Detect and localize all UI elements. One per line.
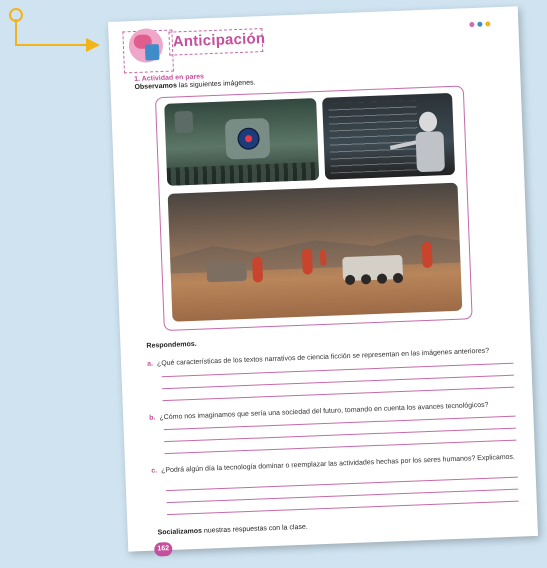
surveillance-camera-image (164, 98, 320, 186)
answer-line[interactable] (164, 427, 516, 443)
question-letter: c. (151, 467, 158, 475)
answer-line[interactable] (166, 476, 518, 492)
crowd-silhouette (166, 162, 320, 186)
camera-icon (174, 110, 194, 134)
image-frame (154, 85, 473, 332)
worksheet-page: Anticipación 1. Actividad en pares Obser… (108, 6, 539, 557)
blackboard-formulas (328, 100, 419, 174)
answer-line[interactable] (162, 374, 514, 390)
habitat-dome (206, 260, 248, 283)
section-title: Anticipación (172, 29, 266, 51)
astronaut-figure (421, 241, 433, 269)
answer-line[interactable] (164, 439, 517, 455)
rover-wheel (360, 274, 372, 285)
robot-blackboard-image (322, 92, 456, 180)
decorative-dots (469, 21, 491, 28)
answer-line[interactable] (162, 386, 515, 402)
dot-icon (469, 21, 475, 28)
instruction-bold: Observamos (134, 82, 178, 92)
dot-icon (477, 21, 483, 27)
questions-heading: Respondemos. (146, 340, 197, 350)
question-text: ¿Qué características de los textos narra… (156, 347, 490, 368)
socialize-instruction: Socializamos nuestras respuestas con la … (158, 524, 308, 537)
question-letter: a. (147, 360, 154, 368)
answer-line[interactable] (166, 500, 519, 516)
rover-wheel (376, 273, 388, 284)
question-text: ¿Podrá algún día la tecnología dominar o… (160, 453, 516, 475)
question-letter: b. (149, 414, 156, 422)
page-number: 162 (154, 541, 173, 557)
rover-wheel (392, 272, 404, 284)
mars-astronauts-image (167, 182, 463, 322)
social-bold: Socializamos (157, 527, 203, 537)
arrow-head-icon (86, 38, 100, 52)
astronaut-figure (252, 256, 264, 283)
question-b: b. ¿Cómo nos imaginamos que sería una soc… (149, 400, 529, 422)
astronaut-figure (301, 248, 313, 275)
astronaut-figure (319, 249, 327, 267)
answer-line[interactable] (166, 488, 519, 504)
social-rest: nuestras respuestas con la clase. (201, 523, 308, 535)
rover-wheel (344, 274, 356, 286)
arrow-stem (15, 19, 17, 45)
brain-book-icon (128, 27, 164, 64)
robot-head (418, 111, 438, 133)
dot-icon (485, 21, 491, 27)
book-icon (144, 44, 160, 61)
robot-body (415, 131, 445, 173)
arrow-shaft (15, 44, 90, 46)
question-c: c. ¿Podrá algún día la tecnología dominar… (151, 453, 531, 475)
